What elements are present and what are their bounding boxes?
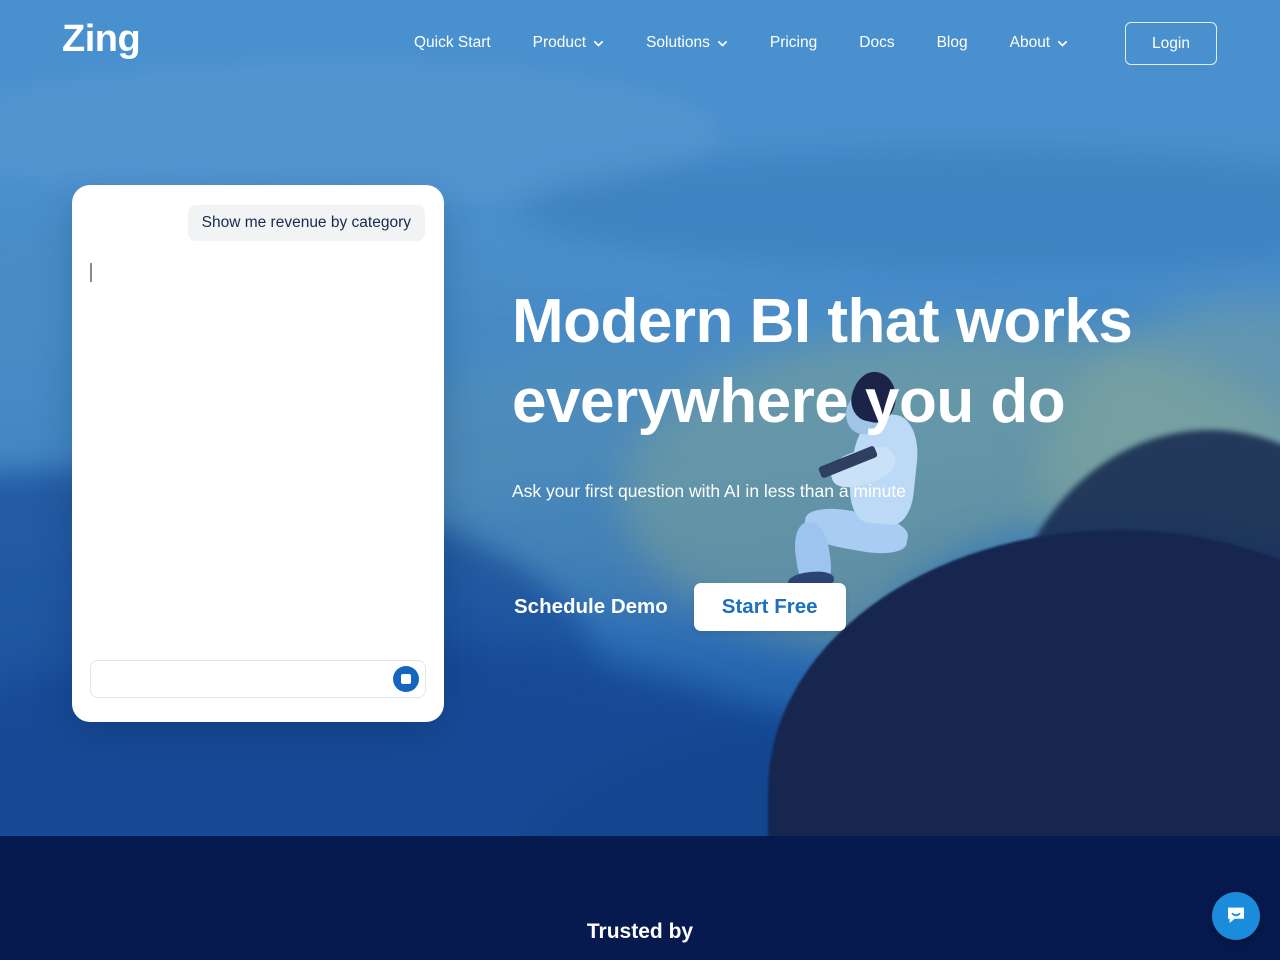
chat-bubble-smile-icon xyxy=(1224,903,1248,930)
nav-links: Quick Start Product Solutions Pricing Do… xyxy=(393,0,1089,86)
chat-input-area xyxy=(72,660,444,722)
site-logo[interactable]: Zing xyxy=(62,20,141,58)
text-caret xyxy=(90,263,92,282)
nav-item-product[interactable]: Product xyxy=(512,34,625,52)
stop-square-icon[interactable] xyxy=(393,666,419,692)
nav-item-label: Blog xyxy=(936,34,968,51)
chevron-down-icon xyxy=(1057,38,1068,49)
start-free-button[interactable]: Start Free xyxy=(693,583,846,631)
stop-square-glyph xyxy=(401,674,411,684)
chat-message-user: Show me revenue by category xyxy=(187,205,425,241)
chat-input-container[interactable] xyxy=(90,660,426,698)
chat-input[interactable] xyxy=(103,671,381,687)
nav-item-about[interactable]: About xyxy=(989,34,1090,52)
nav-item-quick-start[interactable]: Quick Start xyxy=(393,34,512,52)
headline-line-1: Modern BI that works xyxy=(512,287,1133,356)
hero-subtitle: Ask your first question with AI in less … xyxy=(512,481,906,501)
schedule-demo-button[interactable]: Schedule Demo xyxy=(512,591,670,623)
login-button[interactable]: Login xyxy=(1125,22,1217,65)
nav-item-label: Docs xyxy=(859,34,895,51)
nav-item-blog[interactable]: Blog xyxy=(916,34,989,52)
nav-item-label: Solutions xyxy=(646,34,710,51)
chat-message-list: Show me revenue by category xyxy=(72,185,444,660)
nav-item-pricing[interactable]: Pricing xyxy=(749,34,838,52)
nav-item-label: Quick Start xyxy=(414,34,491,51)
hero-cta-row: Schedule Demo Start Free xyxy=(512,583,846,631)
nav-item-label: Product xyxy=(532,34,587,51)
trusted-by-title: Trusted by xyxy=(586,920,694,943)
trusted-by-section: Trusted by xyxy=(0,836,1280,960)
nav-item-label: About xyxy=(1009,34,1051,51)
ai-chat-panel: Show me revenue by category xyxy=(72,185,444,722)
chevron-down-icon xyxy=(593,38,604,49)
main-navigation: Zing Quick Start Product Solutions Prici… xyxy=(0,0,1280,86)
chevron-down-icon xyxy=(717,38,728,49)
nav-item-label: Pricing xyxy=(769,34,818,51)
nav-item-docs[interactable]: Docs xyxy=(838,34,915,52)
nav-item-solutions[interactable]: Solutions xyxy=(625,34,749,52)
headline-line-2: everywhere you do xyxy=(512,367,1066,436)
background-wave-shape xyxy=(520,150,1280,270)
hero-copy: Modern BI that works everywhere you do A… xyxy=(512,282,1212,503)
page-title: Modern BI that works everywhere you do xyxy=(512,282,1212,442)
chat-launcher-button[interactable] xyxy=(1212,892,1260,940)
